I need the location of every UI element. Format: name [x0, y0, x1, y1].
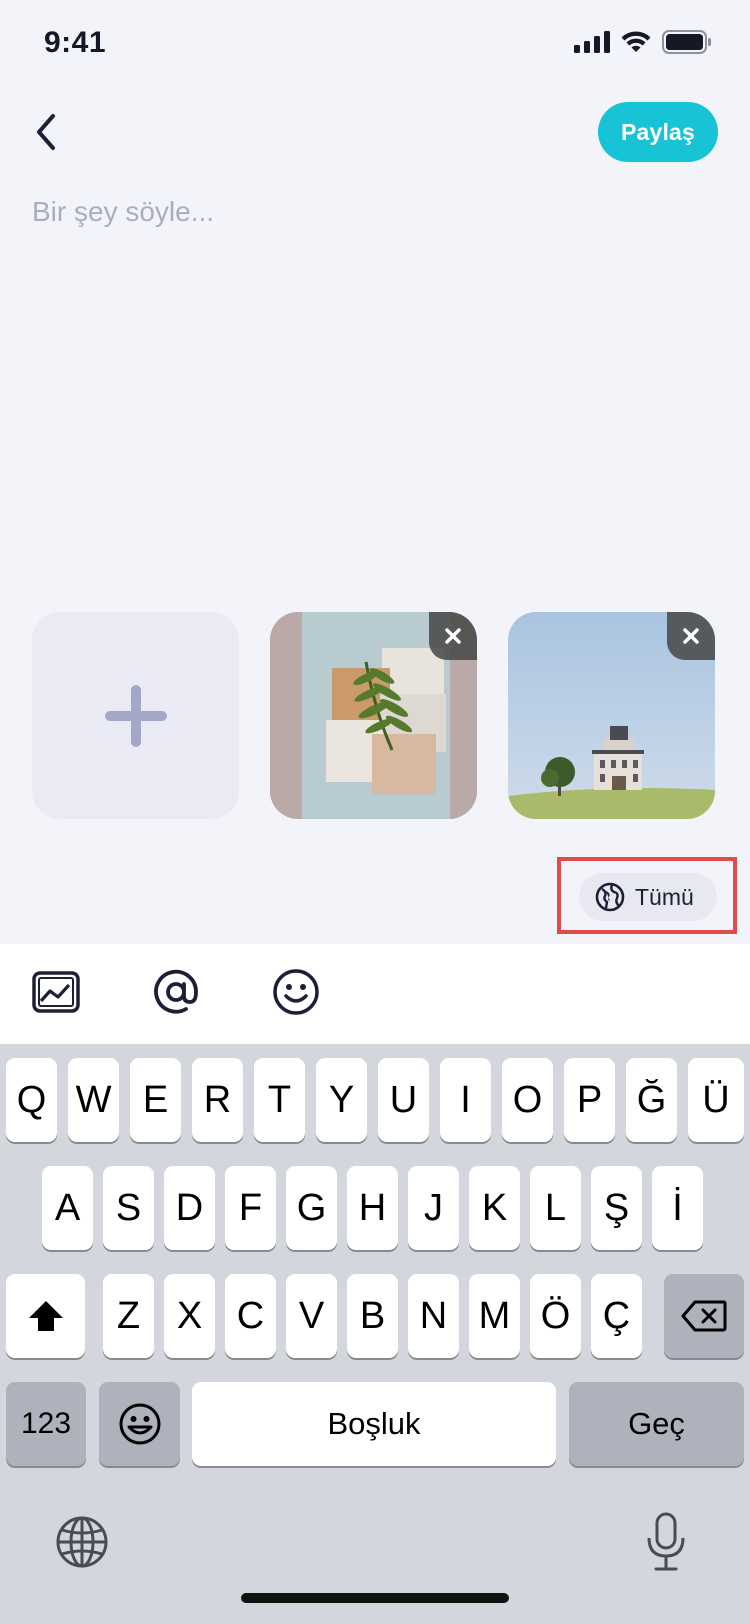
- key-p[interactable]: P: [564, 1058, 615, 1142]
- remove-photo-button[interactable]: [429, 612, 477, 660]
- key-b[interactable]: B: [347, 1274, 398, 1358]
- emoji-button[interactable]: [270, 966, 322, 1018]
- microphone-icon: [647, 1512, 685, 1571]
- key-k[interactable]: K: [469, 1166, 520, 1250]
- status-time: 9:41: [44, 26, 107, 59]
- composer-toolbar: [0, 944, 750, 1044]
- backspace-key[interactable]: [664, 1274, 744, 1358]
- key-z[interactable]: Z: [103, 1274, 154, 1358]
- chevron-left-icon: [37, 114, 55, 150]
- key-r[interactable]: R: [192, 1058, 243, 1142]
- return-key[interactable]: Geç: [569, 1382, 744, 1466]
- key-x[interactable]: X: [164, 1274, 215, 1358]
- shift-key[interactable]: [6, 1274, 85, 1358]
- key-v[interactable]: V: [286, 1274, 337, 1358]
- key-n[interactable]: N: [408, 1274, 459, 1358]
- close-icon: [683, 628, 699, 644]
- back-button[interactable]: [24, 102, 68, 162]
- shift-arrow-icon: [28, 1301, 63, 1331]
- key-e[interactable]: E: [130, 1058, 181, 1142]
- key-o[interactable]: O: [502, 1058, 553, 1142]
- mention-button[interactable]: [150, 966, 202, 1018]
- wifi-icon: [621, 30, 651, 52]
- key-f[interactable]: F: [225, 1166, 276, 1250]
- key-i[interactable]: I: [440, 1058, 491, 1142]
- key-l[interactable]: L: [530, 1166, 581, 1250]
- gallery-icon: [32, 971, 80, 1013]
- gallery-button[interactable]: [30, 966, 82, 1018]
- key-h[interactable]: H: [347, 1166, 398, 1250]
- key-a[interactable]: A: [42, 1166, 93, 1250]
- key-u-umlaut[interactable]: Ü: [688, 1058, 744, 1142]
- key-g[interactable]: G: [286, 1166, 337, 1250]
- numbers-key[interactable]: 123: [6, 1382, 86, 1466]
- photo-thumbnail[interactable]: [508, 612, 715, 819]
- media-row: [32, 612, 715, 819]
- language-switch-button[interactable]: [54, 1514, 110, 1570]
- status-icons: [574, 30, 712, 54]
- key-i-dotted[interactable]: İ: [652, 1166, 703, 1250]
- emoji-keyboard-key[interactable]: [99, 1382, 180, 1466]
- photo-thumbnail[interactable]: [270, 612, 477, 819]
- add-media-button[interactable]: [32, 612, 239, 819]
- status-bar: 9:41: [0, 0, 750, 90]
- key-q[interactable]: Q: [6, 1058, 57, 1142]
- share-button[interactable]: Paylaş: [598, 102, 718, 162]
- key-c[interactable]: C: [225, 1274, 276, 1358]
- key-u[interactable]: U: [378, 1058, 429, 1142]
- key-s-cedilla[interactable]: Ş: [591, 1166, 642, 1250]
- close-icon: [445, 628, 461, 644]
- keyboard: Q W E R T Y U I O P Ğ Ü A S D F G H J K …: [0, 1044, 750, 1624]
- post-text-input[interactable]: [32, 196, 722, 576]
- dictation-button[interactable]: [643, 1510, 689, 1574]
- audience-selector[interactable]: Tümü: [579, 873, 717, 921]
- mention-at-icon: [154, 969, 198, 1014]
- space-key[interactable]: Boşluk: [192, 1382, 556, 1466]
- key-y[interactable]: Y: [316, 1058, 367, 1142]
- key-w[interactable]: W: [68, 1058, 119, 1142]
- key-d[interactable]: D: [164, 1166, 215, 1250]
- cellular-signal-icon: [574, 31, 610, 53]
- key-m[interactable]: M: [469, 1274, 520, 1358]
- home-indicator: [241, 1593, 509, 1603]
- key-o-umlaut[interactable]: Ö: [530, 1274, 581, 1358]
- key-g-breve[interactable]: Ğ: [626, 1058, 677, 1142]
- globe-icon: [56, 1516, 108, 1568]
- backspace-icon: [681, 1300, 727, 1332]
- emoji-keyboard-icon: [119, 1403, 160, 1445]
- plus-icon: [104, 684, 167, 747]
- battery-icon: [662, 30, 711, 54]
- key-j[interactable]: J: [408, 1166, 459, 1250]
- globe-icon: [595, 882, 625, 912]
- key-s[interactable]: S: [103, 1166, 154, 1250]
- key-c-cedilla[interactable]: Ç: [591, 1274, 642, 1358]
- remove-photo-button[interactable]: [667, 612, 715, 660]
- key-t[interactable]: T: [254, 1058, 305, 1142]
- emoji-smile-icon: [273, 969, 319, 1015]
- audience-label: Tümü: [635, 883, 694, 910]
